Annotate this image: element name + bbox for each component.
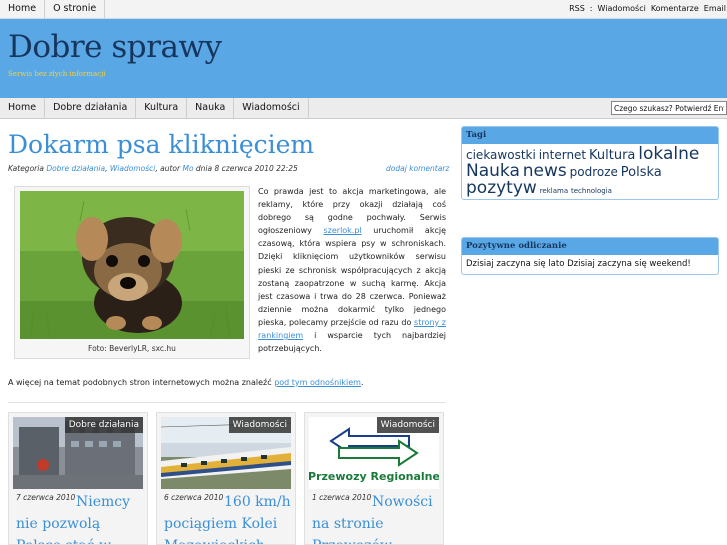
tag-link[interactable]: internet (539, 148, 586, 162)
countdown-widget-title: Pozytywne odliczanie (462, 238, 718, 255)
email-link[interactable]: Email (704, 0, 726, 18)
related-title[interactable]: Niemcy nie pozwolą Polsce stać w (16, 491, 144, 544)
tag-link[interactable]: pozytyw (466, 178, 537, 198)
related-category-badge[interactable]: Wiadomości (228, 417, 291, 433)
top-nav-home[interactable]: Home (0, 0, 46, 18)
tags-widget: Tagi ciekawostki internet Kultura lokaln… (461, 126, 719, 200)
related-category-badge[interactable]: Dobre działania (64, 417, 143, 433)
site-title[interactable]: Dobre sprawy (8, 29, 222, 65)
meta-category-label: Kategoria (8, 164, 44, 173)
nav-item-nauka[interactable]: Nauka (187, 98, 235, 118)
nav-item-wiadomosci[interactable]: Wiadomości (234, 98, 309, 118)
puppy-image (20, 191, 244, 339)
nav-item-kultura[interactable]: Kultura (136, 98, 188, 118)
puppy-photo (20, 191, 244, 339)
tag-link[interactable]: podroze (570, 165, 618, 179)
post-text-part-2: uruchomił akcję czasową, która wspiera p… (258, 226, 446, 327)
related-card[interactable]: Dobre działania 7 czerwca 2010 Niemcy ni… (8, 412, 148, 545)
rss-separator: : (589, 4, 593, 13)
logo-text: Przewozy Regionalne (309, 470, 439, 483)
related-card[interactable]: Przewozy Regionalne Wiadomości 1 czerwca… (304, 412, 444, 545)
top-bar: Home O stronie RSS : Wiadomości Komentar… (0, 0, 727, 19)
tag-link[interactable]: ciekawostki (466, 148, 536, 162)
meta-category-separator: , (105, 164, 108, 173)
tag-link[interactable]: lokalne (638, 144, 699, 164)
tag-cloud: ciekawostki internet Kultura lokalne Nau… (462, 144, 718, 199)
meta-author-link[interactable]: Mo (182, 164, 193, 173)
post-meta: Kategoria Dobre działania, Wiadomości, a… (8, 164, 298, 173)
nav-item-home[interactable]: Home (0, 98, 46, 118)
top-nav: Home O stronie (0, 0, 106, 18)
more-text: A więcej na temat podobnych stron intern… (8, 378, 275, 387)
meta-author-label: , autor (155, 164, 181, 173)
tag-link[interactable]: Polska (621, 165, 662, 180)
related-title[interactable]: 160 km/h pociągiem Kolei Mazowieckich (164, 491, 292, 544)
tag-link[interactable]: Kultura (589, 148, 635, 163)
meta-date: dnia 8 czerwca 2010 22:25 (195, 164, 298, 173)
site-header: Dobre sprawy Serwis bez złych informacji (0, 19, 727, 98)
rss-news-link[interactable]: Wiadomości (598, 0, 646, 18)
tag-link[interactable]: reklama (540, 187, 568, 195)
more-end: . (360, 378, 364, 387)
countdown-text: Dzisiaj zaczyna się lato Dzisiaj zaczyna… (466, 259, 691, 269)
add-comment-link[interactable]: dodaj komentarz (386, 164, 449, 173)
rss-comments-link[interactable]: Komentarze (651, 0, 699, 18)
post-title[interactable]: Dokarm psa kliknięciem (8, 130, 314, 159)
feed-links: RSS : Wiadomości Komentarze Email (569, 0, 727, 18)
more-info: A więcej na temat podobnych stron intern… (8, 378, 364, 387)
meta-category-link-1[interactable]: Dobre działania (46, 164, 105, 173)
post-body: Co prawda jest to akcja marketingowa, al… (258, 185, 446, 355)
tags-widget-title: Tagi (462, 127, 718, 144)
meta-category-link-2[interactable]: Wiadomości (110, 164, 155, 173)
related-category-badge[interactable]: Wiadomości (376, 417, 439, 433)
site-tagline: Serwis bez złych informacji (8, 70, 106, 78)
more-link[interactable]: pod tym odnośnikiem (274, 378, 361, 387)
divider (8, 402, 446, 403)
tag-link[interactable]: technologia (571, 187, 612, 195)
related-card[interactable]: Wiadomości 6 czerwca 2010 160 km/h pocią… (156, 412, 296, 545)
rss-label: RSS (569, 4, 585, 13)
szerlok-link[interactable]: szerlok.pl (323, 226, 361, 235)
related-title[interactable]: Nowości na stronie Przewozów (312, 491, 440, 544)
top-nav-about[interactable]: O stronie (45, 0, 106, 18)
search-input[interactable] (611, 101, 727, 115)
countdown-widget: Pozytywne odliczanie Dzisiaj zaczyna się… (461, 237, 719, 275)
photo-frame: Foto: BeverlyLR, sxc.hu (14, 186, 250, 359)
main-nav: Home Dobre działania Kultura Nauka Wiado… (0, 98, 727, 119)
nav-item-dobre-dzialania[interactable]: Dobre działania (45, 98, 137, 118)
photo-caption: Foto: BeverlyLR, sxc.hu (88, 344, 176, 353)
